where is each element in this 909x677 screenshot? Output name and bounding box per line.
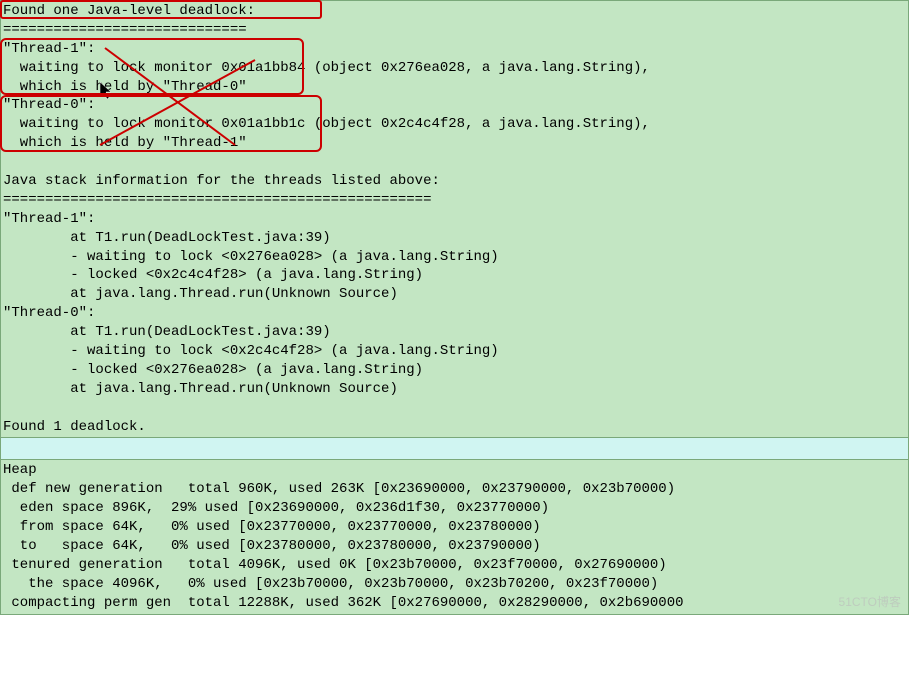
blank-line xyxy=(3,153,906,172)
thread1-held: which is held by "Thread-0" xyxy=(3,78,906,97)
blank-line xyxy=(3,399,906,418)
heap-line2: eden space 896K, 29% used [0x23690000, 0… xyxy=(3,499,906,518)
thread0-waiting: waiting to lock monitor 0x01a1bb1c (obje… xyxy=(3,115,906,134)
heap-line7: compacting perm gen total 12288K, used 3… xyxy=(3,594,906,613)
heap-line4: to space 64K, 0% used [0x23780000, 0x237… xyxy=(3,537,906,556)
stack-t1-name: "Thread-1": xyxy=(3,210,906,229)
thread1-name: "Thread-1": xyxy=(3,40,906,59)
heap-line5: tenured generation total 4096K, used 0K … xyxy=(3,556,906,575)
deadlock-found-title: Found one Java-level deadlock: xyxy=(3,2,906,21)
blank-line xyxy=(3,439,906,458)
stack-t0-line3: - locked <0x276ea028> (a java.lang.Strin… xyxy=(3,361,906,380)
stack-info-title: Java stack information for the threads l… xyxy=(3,172,906,191)
deadlock-header-section: Found one Java-level deadlock: =========… xyxy=(0,0,909,438)
stack-t0-line1: at T1.run(DeadLockTest.java:39) xyxy=(3,323,906,342)
stack-t1-line2: - waiting to lock <0x276ea028> (a java.l… xyxy=(3,248,906,267)
thread1-waiting: waiting to lock monitor 0x01a1bb84 (obje… xyxy=(3,59,906,78)
thread0-name: "Thread-0": xyxy=(3,96,906,115)
stack-t0-name: "Thread-0": xyxy=(3,304,906,323)
heap-line1: def new generation total 960K, used 263K… xyxy=(3,480,906,499)
separator: ============================= xyxy=(3,21,906,40)
found-deadlock: Found 1 deadlock. xyxy=(3,418,906,437)
stack-t0-line4: at java.lang.Thread.run(Unknown Source) xyxy=(3,380,906,399)
divider-section xyxy=(0,438,909,459)
heap-title: Heap xyxy=(3,461,906,480)
stack-t1-line3: - locked <0x2c4c4f28> (a java.lang.Strin… xyxy=(3,266,906,285)
thread0-held: which is held by "Thread-1" xyxy=(3,134,906,153)
stack-t1-line1: at T1.run(DeadLockTest.java:39) xyxy=(3,229,906,248)
separator: ========================================… xyxy=(3,191,906,210)
heap-line6: the space 4096K, 0% used [0x23b70000, 0x… xyxy=(3,575,906,594)
watermark: 51CTO博客 xyxy=(839,594,901,610)
heap-section: Heap def new generation total 960K, used… xyxy=(0,459,909,614)
stack-t0-line2: - waiting to lock <0x2c4c4f28> (a java.l… xyxy=(3,342,906,361)
heap-line3: from space 64K, 0% used [0x23770000, 0x2… xyxy=(3,518,906,537)
stack-t1-line4: at java.lang.Thread.run(Unknown Source) xyxy=(3,285,906,304)
